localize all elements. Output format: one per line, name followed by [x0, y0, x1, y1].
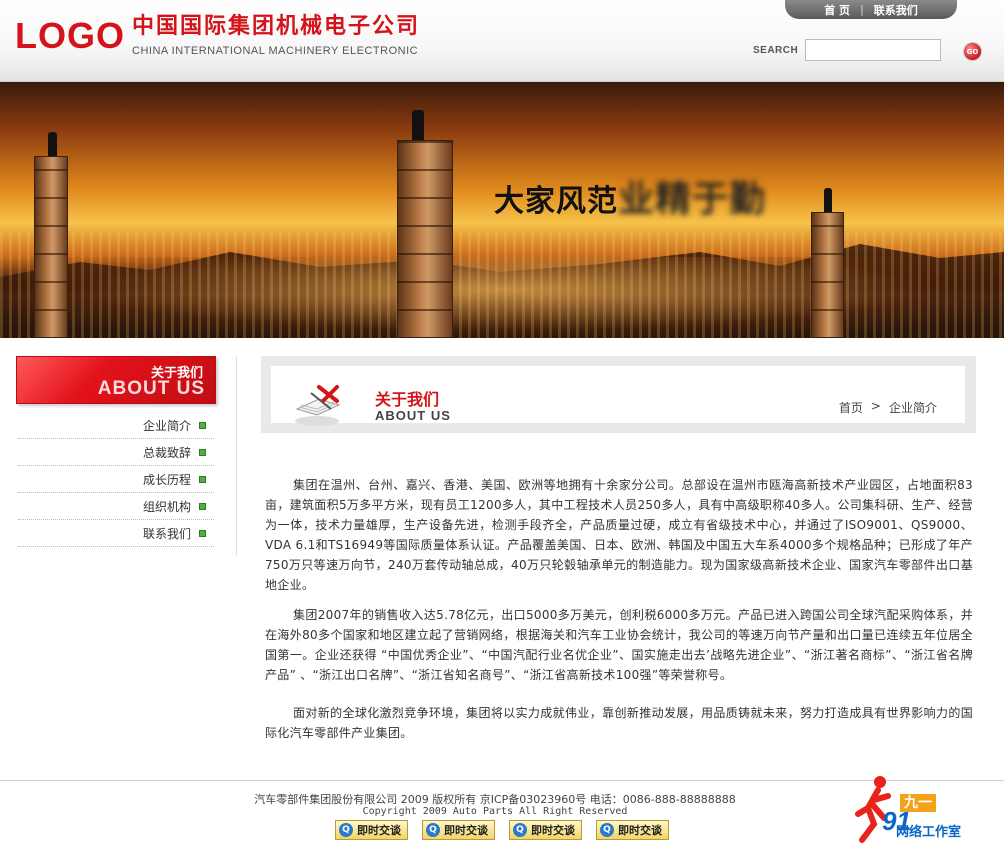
site-header: LOGO 中国国际集团机械电子公司 CHINA INTERNATIONAL MA…: [0, 0, 1004, 82]
qq-chat-button[interactable]: Q 即时交谈: [596, 820, 669, 840]
qq-penguin-icon: Q: [513, 823, 527, 837]
nav-home-link[interactable]: 首 页: [824, 2, 850, 18]
green-square-bullet-icon: [199, 529, 206, 537]
nav-contact-link[interactable]: 联系我们: [874, 2, 918, 18]
banner-slogan-blurred: 业精于勤: [618, 179, 767, 220]
qq-penguin-icon: Q: [426, 823, 440, 837]
content-header: 关于我们 ABOUT US 首页 > 企业简介: [261, 356, 976, 433]
sidebar-title-en: ABOUT US: [97, 378, 205, 399]
content-header-panel: 关于我们 ABOUT US 首页 > 企业简介: [271, 366, 965, 426]
stone-pillar-left: [34, 156, 68, 338]
top-nav: 首 页 | 联系我们: [785, 0, 957, 19]
footer-copyright-en: Copyright 2009 Auto Parts All Right Rese…: [362, 806, 628, 817]
sidebar-header: 关于我们 ABOUT US: [16, 356, 216, 404]
green-square-bullet-icon: [199, 448, 206, 456]
breadcrumb: 首页 > 企业简介: [839, 399, 937, 416]
footer-copyright-cn: 汽车零部件集团股份有限公司 2009 版权所有 京ICP备03023960号 电…: [254, 793, 736, 806]
studio-subtitle: 网络工作室: [896, 825, 962, 840]
studio-tag: 九一: [900, 794, 936, 812]
qq-chat-button[interactable]: Q 即时交谈: [509, 820, 582, 840]
company-name-cn: 中国国际集团机械电子公司: [132, 14, 421, 39]
sidebar-item-history[interactable]: 成长历程: [18, 466, 214, 493]
qq-penguin-icon: Q: [600, 823, 614, 837]
sidebar-item-company-intro[interactable]: 企业简介: [18, 412, 214, 439]
green-square-bullet-icon: [199, 475, 206, 483]
sidebar-item-label: 成长历程: [142, 472, 191, 487]
content-paragraph: 面对新的全球化激烈竞争环境，集团将以实力成就伟业，靠创新推动发展，用品质铸就未来…: [265, 706, 973, 740]
qq-chat-button[interactable]: Q 即时交谈: [335, 820, 408, 840]
content-title-en: ABOUT US: [375, 408, 451, 423]
banner-slogan: 大家风范业精于勤: [494, 182, 766, 218]
content-title-cn: 关于我们: [375, 390, 440, 409]
studio-91-logo[interactable]: 91 九一 网络工作室: [852, 772, 1002, 850]
search-go-button[interactable]: GO: [963, 42, 982, 61]
qq-chat-buttons: Q 即时交谈 Q 即时交谈 Q 即时交谈 Q 即时交谈: [335, 820, 669, 840]
company-name-en: CHINA INTERNATIONAL MACHINERY ELECTRONIC: [132, 45, 419, 57]
qq-chat-label: 即时交谈: [531, 824, 575, 837]
content-paragraph: 集团在温州、台州、嘉兴、香港、美国、欧洲等地拥有十余家分公司。总部设在温州市瓯海…: [265, 478, 973, 592]
breadcrumb-separator: >: [870, 399, 881, 413]
standing-figure-left: [48, 132, 57, 156]
qq-penguin-icon: Q: [339, 823, 353, 837]
site-logo[interactable]: LOGO: [15, 18, 125, 54]
hero-banner: 大家风范业精于勤: [0, 82, 1004, 338]
sidebar-divider: [236, 356, 237, 556]
breadcrumb-home-link[interactable]: 首页: [839, 399, 863, 416]
green-square-bullet-icon: [199, 502, 206, 510]
search-input[interactable]: [805, 39, 941, 61]
sidebar-menu: 企业简介 总裁致辞 成长历程 组织机构 联系我们: [18, 412, 214, 547]
breadcrumb-current: 企业简介: [888, 401, 937, 415]
sidebar-item-label: 联系我们: [142, 526, 191, 541]
standing-figure-center: [412, 110, 424, 140]
sidebar-item-organization[interactable]: 组织机构: [18, 493, 214, 520]
nav-separator: |: [860, 3, 864, 16]
sidebar-item-president-speech[interactable]: 总裁致辞: [18, 439, 214, 466]
banner-slogan-clear: 大家风范: [494, 184, 618, 219]
standing-figure-right: [824, 188, 832, 212]
search-label: SEARCH: [753, 45, 799, 56]
stone-pillar-center: [397, 140, 453, 338]
qq-chat-button[interactable]: Q 即时交谈: [422, 820, 495, 840]
sidebar-item-contact[interactable]: 联系我们: [18, 520, 214, 547]
sidebar-item-label: 总裁致辞: [142, 445, 191, 460]
green-square-bullet-icon: [199, 421, 206, 429]
qq-chat-label: 即时交谈: [444, 824, 488, 837]
content-paragraph: 集团2007年的销售收入达5.78亿元，出口5000多万美元，创利税6000多万…: [265, 608, 973, 682]
open-book-pen-icon: [295, 385, 341, 426]
sidebar-item-label: 组织机构: [142, 499, 191, 514]
content-body: 集团在温州、台州、嘉兴、香港、美国、欧洲等地拥有十余家分公司。总部设在温州市瓯海…: [265, 475, 973, 753]
qq-chat-label: 即时交谈: [357, 824, 401, 837]
city-lights-glow: [0, 232, 1004, 338]
sidebar-item-label: 企业简介: [142, 418, 191, 433]
stone-pillar-right: [811, 212, 844, 338]
qq-chat-label: 即时交谈: [618, 824, 662, 837]
